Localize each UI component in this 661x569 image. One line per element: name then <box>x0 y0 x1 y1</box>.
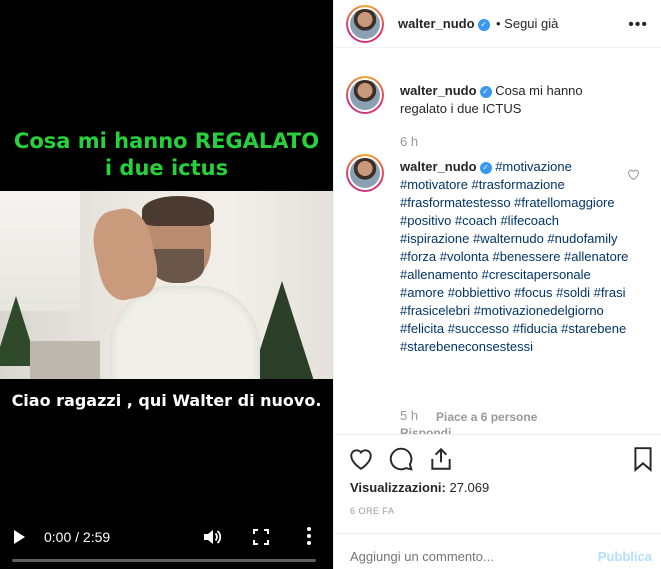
video-progress-bar[interactable] <box>12 559 316 562</box>
avatar-ring <box>348 156 382 190</box>
avatar[interactable] <box>346 154 384 192</box>
avatar-image <box>350 158 380 188</box>
video-player[interactable]: Cosa mi hanno REGALATO i due ictus Ciao … <box>0 0 333 569</box>
verified-badge-icon: ✓ <box>479 162 492 174</box>
more-options-icon[interactable] <box>300 526 318 546</box>
headline-line-2: i due ictus <box>104 156 229 180</box>
avatar[interactable] <box>346 76 384 114</box>
post-actions <box>334 440 661 480</box>
comment-time[interactable]: 5 h <box>400 408 418 423</box>
video-headline: Cosa mi hanno REGALATO i due ictus <box>0 128 333 182</box>
video-time: 0:00 / 2:59 <box>44 529 111 545</box>
headline-line-1: Cosa mi hanno REGALATO <box>13 129 320 153</box>
view-count[interactable]: Visualizzazioni: 27.069 <box>350 480 489 495</box>
fullscreen-icon[interactable] <box>252 528 270 546</box>
background-window <box>0 191 80 311</box>
header-username-text[interactable]: walter_nudo <box>398 16 475 31</box>
divider <box>334 434 661 435</box>
play-icon[interactable] <box>14 530 25 544</box>
avatar-ring <box>348 78 382 112</box>
views-value: 27.069 <box>449 480 490 495</box>
avatar[interactable] <box>346 5 384 43</box>
views-label: Visualizzazioni: <box>350 480 446 495</box>
caption-time[interactable]: 6 h <box>400 134 418 149</box>
avatar-ring <box>348 7 382 41</box>
follow-status[interactable]: • Segui già <box>496 16 558 31</box>
comment-bubble-icon[interactable] <box>388 446 414 472</box>
comment-reply[interactable]: Rispondi <box>400 426 451 434</box>
comment-hashtags[interactable]: #motivazione #motivatore #trasformazione… <box>400 159 628 354</box>
post-age[interactable]: 6 ORE FA <box>350 506 395 516</box>
comments-list[interactable]: walter_nudo ✓ Cosa mi hanno regalato i du… <box>334 48 661 434</box>
post-side-panel: walter_nudo ✓ • Segui già ••• walter_nudo… <box>333 0 661 569</box>
background-shelf <box>30 341 100 379</box>
share-icon[interactable] <box>428 446 454 472</box>
add-comment-bar: Pubblica <box>334 533 661 569</box>
video-frame[interactable] <box>0 191 333 379</box>
post-header: walter_nudo ✓ • Segui già ••• <box>334 0 661 48</box>
verified-badge-icon: ✓ <box>477 19 490 31</box>
caption-text: walter_nudo ✓ Cosa mi hanno regalato i du… <box>400 82 630 118</box>
avatar-image <box>350 80 380 110</box>
more-options-icon[interactable]: ••• <box>628 16 648 34</box>
publish-button[interactable]: Pubblica <box>598 549 652 564</box>
caption-username[interactable]: walter_nudo <box>400 83 477 98</box>
person-hair <box>142 196 214 226</box>
person-body <box>110 286 260 379</box>
comment-text: walter_nudo ✓ #motivazione #motivatore #t… <box>400 158 630 356</box>
bookmark-icon[interactable] <box>630 446 656 472</box>
video-controls: 0:00 / 2:59 <box>0 521 333 561</box>
comment-username[interactable]: walter_nudo <box>400 159 477 174</box>
comment-likes[interactable]: Piace a 6 persone <box>436 410 537 424</box>
like-comment-heart-icon[interactable] <box>627 168 640 180</box>
person-beard <box>152 249 204 283</box>
like-heart-icon[interactable] <box>348 446 374 472</box>
video-subtitle: Ciao ragazzi , qui Walter di nuovo. <box>11 391 322 410</box>
avatar-image <box>350 9 380 39</box>
instagram-post-modal: Cosa mi hanno REGALATO i due ictus Ciao … <box>0 0 661 569</box>
comment-input[interactable] <box>350 549 580 564</box>
header-username[interactable]: walter_nudo ✓ <box>398 16 490 31</box>
verified-badge-icon: ✓ <box>479 86 492 98</box>
volume-icon[interactable] <box>202 527 222 547</box>
